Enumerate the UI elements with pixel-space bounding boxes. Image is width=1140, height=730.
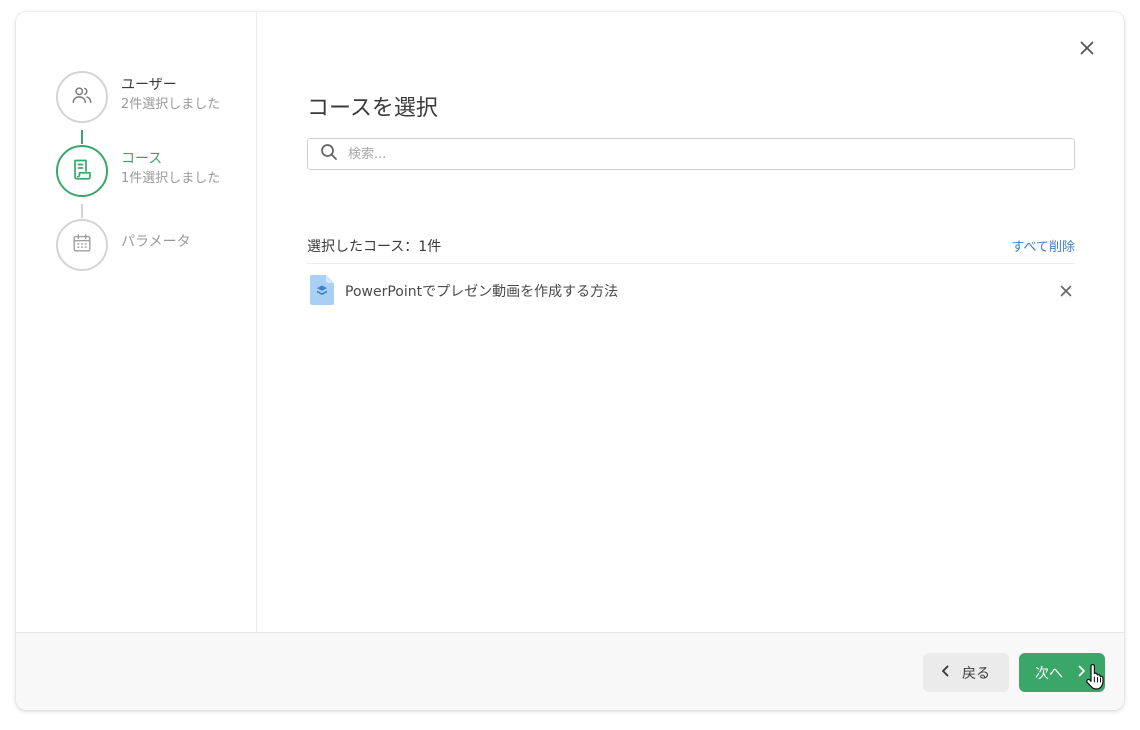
step-users-subtitle: 2件選択しました (121, 97, 221, 112)
page-title: コースを選択 (307, 96, 438, 121)
next-button[interactable]: 次へ (1019, 653, 1105, 692)
clear-all-link[interactable]: すべて削除 (1011, 236, 1075, 255)
selected-courses-header: 選択したコース：1件 すべて削除 (307, 234, 1075, 264)
search-icon (320, 143, 338, 165)
calendar-icon (71, 232, 93, 258)
chevron-right-icon (1077, 665, 1086, 681)
step-parameters-title: パラメータ (121, 234, 191, 250)
course-file-icon (310, 275, 334, 309)
search-box[interactable] (307, 138, 1075, 170)
step-course-subtitle: 1件選択しました (121, 171, 221, 186)
course-selection-dialog: ユーザー 2件選択しました コース 1件選択しました パラメータ コースを選択 … (16, 12, 1124, 710)
course-name: PowerPointでプレゼン動画を作成する方法 (345, 284, 619, 300)
step-course[interactable]: コース 1件選択しました (56, 145, 256, 197)
step-users-circle (56, 71, 108, 123)
step-users-title: ユーザー (121, 77, 177, 93)
step-parameters-circle (56, 219, 108, 271)
step-connector-1 (81, 130, 83, 144)
back-button[interactable]: 戻る (923, 653, 1009, 692)
wizard-steps-sidebar: ユーザー 2件選択しました コース 1件選択しました パラメータ (16, 12, 257, 632)
step-course-circle (56, 145, 108, 197)
selected-courses-count: 選択したコース：1件 (307, 239, 442, 255)
close-button[interactable] (1076, 38, 1098, 60)
course-document-icon (71, 157, 93, 185)
step-parameters[interactable]: パラメータ (56, 219, 256, 271)
step-users[interactable]: ユーザー 2件選択しました (56, 71, 256, 123)
next-button-label: 次へ (1035, 665, 1063, 682)
dialog-footer: 戻る 次へ (16, 632, 1124, 710)
step-course-title: コース (121, 151, 163, 167)
remove-course-button[interactable] (1059, 283, 1073, 297)
close-icon (1080, 40, 1094, 59)
step-connector-2 (81, 204, 83, 218)
selected-course-item: PowerPointでプレゼン動画を作成する方法 (307, 272, 1075, 308)
back-button-label: 戻る (962, 665, 990, 682)
chevron-left-icon (941, 665, 950, 681)
users-icon (71, 84, 93, 110)
search-input[interactable] (348, 146, 1048, 162)
